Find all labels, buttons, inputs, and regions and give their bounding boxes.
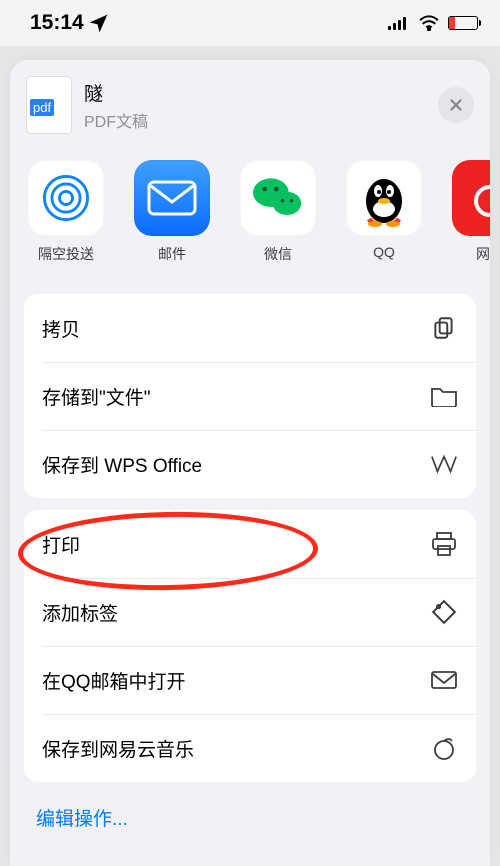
close-button[interactable] [438, 87, 474, 123]
location-icon [90, 14, 108, 32]
app-label: 隔空投送 [38, 244, 94, 264]
file-title: 隧 [84, 79, 148, 106]
printer-icon [430, 530, 458, 558]
netease-app-icon [467, 175, 490, 221]
action-label: 在QQ邮箱中打开 [42, 667, 186, 694]
app-label: 网易 [476, 244, 490, 264]
app-label: 微信 [264, 244, 292, 264]
battery-icon [448, 16, 478, 30]
action-label: 拷贝 [42, 315, 80, 342]
netease-icon [430, 734, 458, 762]
status-time: 15:14 [30, 11, 84, 35]
action-save-to-netease-music[interactable]: 保存到网易云音乐 [24, 714, 476, 782]
action-label: 保存到 WPS Office [42, 451, 202, 478]
edit-actions-label: 编辑操作... [36, 809, 128, 830]
action-open-in-qqmail[interactable]: 在QQ邮箱中打开 [24, 646, 476, 714]
share-sheet: pdf 隧 PDF文稿 隔空投送 [10, 60, 490, 866]
app-airdrop[interactable]: 隔空投送 [28, 160, 104, 264]
app-wechat[interactable]: 微信 [240, 160, 316, 264]
action-print[interactable]: 打印 [24, 510, 476, 578]
close-icon [447, 96, 465, 114]
tag-icon [430, 598, 458, 626]
action-save-to-wps[interactable]: 保存到 WPS Office [24, 430, 476, 498]
qq-icon [357, 169, 411, 227]
wechat-icon [249, 173, 307, 223]
edit-actions-link[interactable]: 编辑操作... [10, 782, 490, 861]
app-label: QQ [373, 244, 395, 260]
app-mail[interactable]: 邮件 [134, 160, 210, 264]
action-label: 添加标签 [42, 599, 118, 626]
file-subtitle: PDF文稿 [84, 108, 148, 132]
mail-app-icon [147, 180, 197, 216]
wps-icon [430, 450, 458, 478]
file-thumbnail: pdf [26, 76, 72, 134]
sheet-header: pdf 隧 PDF文稿 [10, 60, 490, 148]
wifi-icon [418, 15, 440, 31]
app-label: 邮件 [158, 244, 186, 264]
action-group-2: 打印 添加标签 在QQ邮箱中打开 [24, 510, 476, 782]
action-add-tags[interactable]: 添加标签 [24, 578, 476, 646]
action-group-1: 拷贝 存储到"文件" 保存到 WPS Office [24, 294, 476, 498]
signal-icon [388, 16, 410, 30]
app-qq[interactable]: QQ [346, 160, 422, 264]
action-copy[interactable]: 拷贝 [24, 294, 476, 362]
action-label: 存储到"文件" [42, 383, 151, 410]
folder-icon [430, 382, 458, 410]
app-netease[interactable]: 网易 [452, 160, 490, 264]
status-bar: 15:14 [0, 0, 500, 46]
action-save-to-files[interactable]: 存储到"文件" [24, 362, 476, 430]
airdrop-icon [36, 168, 96, 228]
action-label: 保存到网易云音乐 [42, 735, 194, 762]
action-label: 打印 [42, 531, 80, 558]
app-share-row[interactable]: 隔空投送 邮件 微信 [10, 148, 490, 282]
file-ext-badge: pdf [30, 99, 54, 116]
copy-icon [430, 314, 458, 342]
mail-icon [430, 666, 458, 694]
